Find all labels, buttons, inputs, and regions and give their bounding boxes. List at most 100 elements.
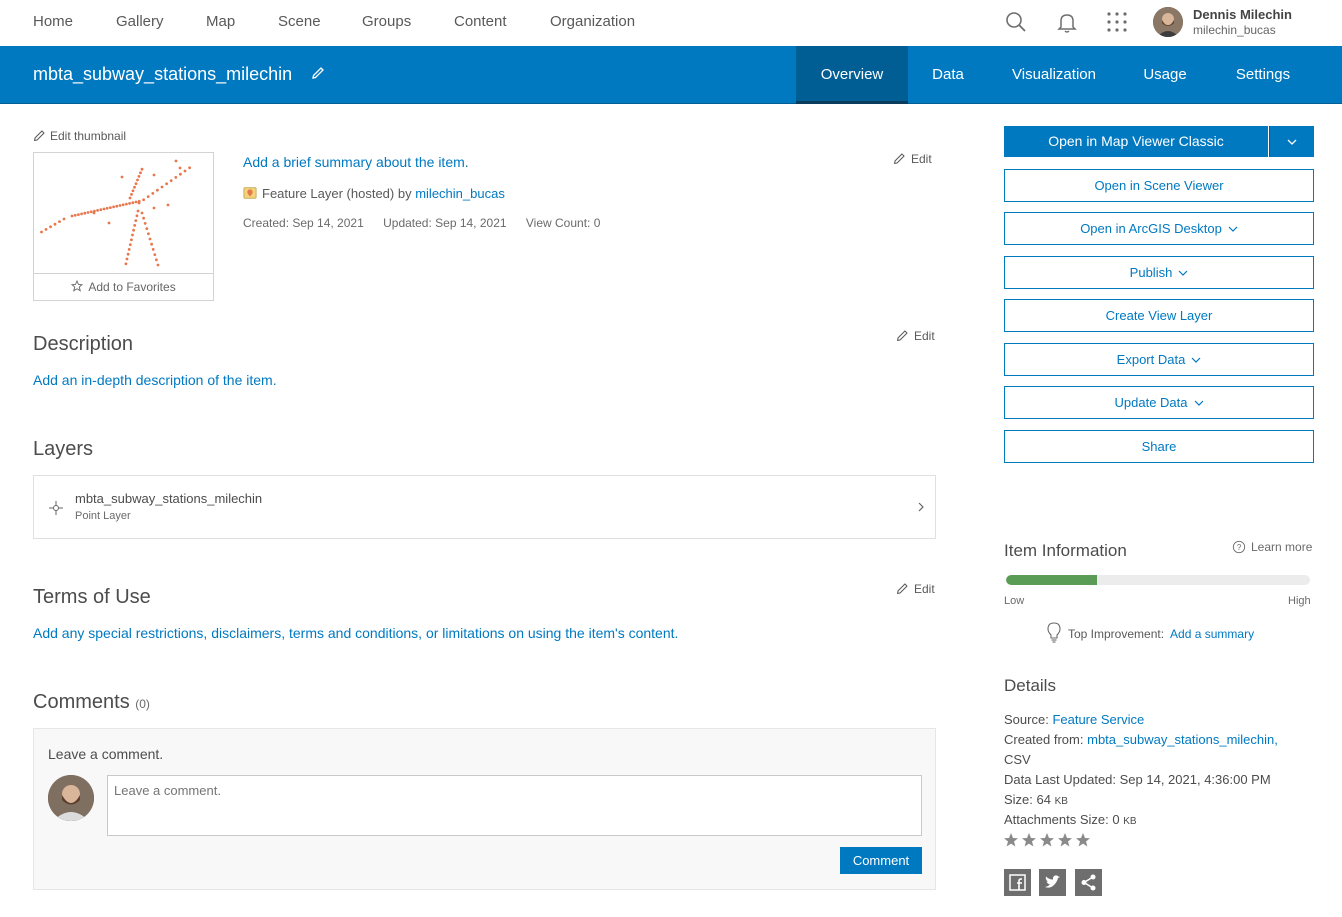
open-map-viewer-classic-button[interactable]: Open in Map Viewer Classic (1004, 126, 1268, 157)
share-button[interactable]: Share (1004, 430, 1314, 463)
item-information-meter (1006, 575, 1310, 585)
export-data-button[interactable]: Export Data (1004, 343, 1314, 376)
comments-heading: Comments (0) (33, 691, 150, 714)
created-from-link[interactable]: mbta_subway_stations_milechin, (1087, 732, 1278, 747)
map-point (134, 200, 138, 204)
map-point (156, 188, 159, 192)
open-arcgis-desktop-button[interactable]: Open in ArcGIS Desktop (1004, 212, 1314, 245)
tab-settings[interactable]: Settings (1210, 46, 1316, 104)
tab-overview[interactable]: Overview (796, 46, 908, 104)
attachments-size-unit: KB (1123, 816, 1137, 827)
rating-stars[interactable] (1003, 832, 1099, 853)
tab-data[interactable]: Data (908, 46, 988, 104)
add-description-link[interactable]: Add an in-depth description of the item. (33, 372, 277, 388)
share-icon[interactable] (1074, 869, 1102, 896)
map-point (92, 211, 96, 215)
map-point (179, 172, 182, 176)
svg-text:?: ? (1237, 543, 1242, 552)
detail-size: Size: 64 KB (1004, 792, 1068, 807)
open-map-viewer-dropdown[interactable] (1269, 126, 1314, 157)
add-terms-link[interactable]: Add any special restrictions, disclaimer… (33, 625, 678, 641)
add-summary-link[interactable]: Add a brief summary about the item. (243, 154, 469, 170)
tab-visualization[interactable]: Visualization (988, 46, 1120, 104)
map-point (89, 210, 93, 214)
description-heading: Description (33, 333, 134, 355)
map-point (125, 257, 129, 261)
layers-heading: Layers (33, 438, 94, 460)
map-point (124, 262, 128, 266)
nav-groups[interactable]: Groups (362, 13, 411, 30)
map-point (145, 227, 149, 230)
map-point (139, 171, 142, 175)
nav-home[interactable]: Home (33, 13, 73, 30)
comments-heading-text: Comments (33, 691, 130, 713)
pencil-icon[interactable] (310, 65, 326, 81)
created-date: Created: Sep 14, 2021 (243, 216, 364, 230)
map-point (127, 248, 131, 251)
comments-count: (0) (135, 697, 150, 711)
updated-date: Updated: Sep 14, 2021 (383, 216, 507, 230)
open-arcgis-desktop-label: Open in ArcGIS Desktop (1080, 221, 1222, 236)
thumbnail-map (40, 159, 192, 267)
view-count: View Count: 0 (525, 216, 601, 230)
size-unit: KB (1054, 796, 1068, 807)
map-point (136, 209, 140, 213)
layer-card[interactable]: mbta_subway_stations_milechin Point Laye… (33, 475, 936, 539)
nav-content[interactable]: Content (454, 13, 507, 30)
add-to-favorites-button[interactable]: Add to Favorites (34, 273, 213, 300)
app-launcher-icon[interactable] (1105, 10, 1129, 34)
map-point (132, 228, 135, 232)
edit-description-button[interactable]: Edit (896, 329, 935, 343)
edit-terms-button[interactable]: Edit (896, 582, 935, 596)
feature-layer-icon (243, 187, 257, 199)
edit-summary-button[interactable]: Edit (893, 152, 932, 166)
open-scene-viewer-button[interactable]: Open in Scene Viewer (1004, 169, 1314, 202)
edit-label: Edit (914, 582, 935, 596)
publish-button[interactable]: Publish (1004, 256, 1314, 289)
map-point (155, 258, 158, 262)
map-point (49, 225, 52, 229)
point-layer-icon (49, 501, 63, 515)
meter-low-label: Low (1004, 595, 1025, 607)
map-point (183, 169, 187, 173)
star-icon (1040, 833, 1054, 847)
learn-more-link[interactable]: ? Learn more (1232, 540, 1312, 554)
comment-input[interactable] (107, 775, 922, 836)
nav-map[interactable]: Map (206, 13, 235, 30)
map-point (148, 237, 152, 241)
tab-usage[interactable]: Usage (1120, 46, 1210, 104)
nav-scene[interactable]: Scene (278, 13, 321, 30)
layer-name: mbta_subway_stations_milechin (75, 491, 263, 506)
details-heading: Details (1004, 676, 1056, 695)
map-point (134, 182, 138, 185)
map-point (142, 198, 145, 202)
map-point (128, 202, 131, 205)
map-point (142, 216, 145, 220)
comment-button[interactable]: Comment (840, 847, 922, 874)
top-navigation: Home Gallery Map Scene Groups Content Or… (0, 0, 1342, 46)
owner-link[interactable]: milechin_bucas (415, 186, 505, 201)
twitter-icon[interactable] (1039, 869, 1067, 896)
map-point (136, 178, 139, 182)
edit-label: Edit (914, 329, 935, 343)
user-name[interactable]: Dennis Milechin (1193, 7, 1292, 22)
facebook-icon[interactable] (1004, 869, 1031, 896)
search-icon[interactable] (1004, 10, 1028, 34)
add-summary-improvement-link[interactable]: Add a summary (1170, 627, 1254, 641)
source-link[interactable]: Feature Service (1052, 712, 1144, 727)
bell-icon[interactable] (1055, 10, 1079, 34)
map-point (131, 189, 135, 193)
created-from-label: Created from: (1004, 732, 1084, 747)
map-point (160, 185, 164, 189)
edit-thumbnail-link[interactable]: Edit thumbnail (33, 129, 126, 143)
item-dates: Created: Sep 14, 2021 Updated: Sep 14, 2… (243, 216, 616, 230)
nav-gallery[interactable]: Gallery (116, 13, 164, 30)
map-point (121, 203, 125, 207)
nav-organization[interactable]: Organization (550, 13, 635, 30)
create-view-layer-button[interactable]: Create View Layer (1004, 299, 1314, 332)
user-handle[interactable]: milechin_bucas (1193, 23, 1276, 37)
map-point (109, 206, 112, 209)
user-avatar[interactable] (1153, 7, 1183, 37)
update-data-label: Update Data (1114, 395, 1188, 410)
update-data-button[interactable]: Update Data (1004, 386, 1314, 419)
